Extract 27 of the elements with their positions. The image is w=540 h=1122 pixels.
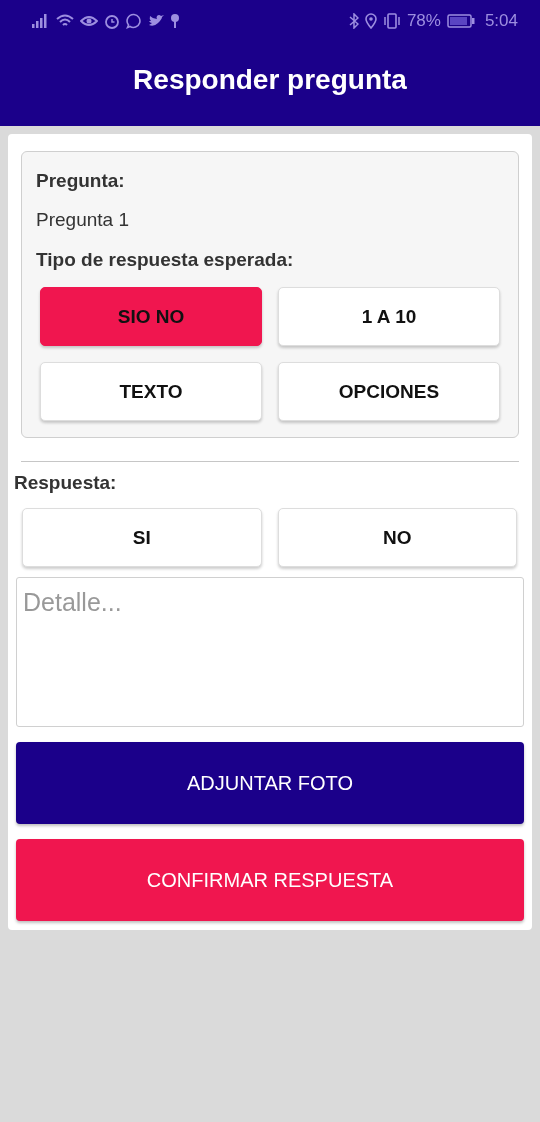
bird-icon: [148, 14, 164, 28]
confirm-button[interactable]: CONFIRMAR RESPUESTA: [16, 839, 524, 921]
battery-percent: 78%: [406, 11, 441, 31]
answer-type-button[interactable]: 1 A 10: [278, 287, 500, 346]
bluetooth-icon: [348, 13, 359, 29]
alarm-icon: [104, 13, 120, 29]
answer-option-button[interactable]: NO: [277, 508, 517, 567]
vibrate-icon: [382, 13, 401, 29]
clock-time: 5:04: [484, 11, 518, 31]
detail-field[interactable]: Detalle...: [16, 577, 524, 727]
wifi-icon: [56, 14, 74, 28]
pin-icon: [170, 13, 180, 29]
question-label: Pregunta:: [36, 170, 126, 192]
answer-type-button[interactable]: TEXTO: [40, 362, 262, 421]
answer-type-label: Tipo de respuesta esperada:: [36, 249, 295, 271]
location-icon: [364, 13, 377, 29]
battery-icon: [446, 14, 475, 28]
chat-bubble-icon: [126, 13, 142, 29]
question-text: Pregunta 1: [36, 209, 130, 231]
attach-photo-button[interactable]: ADJUNTAR FOTO: [16, 742, 524, 824]
eye-icon: [80, 14, 98, 28]
screen-title: Responder pregunta: [133, 64, 407, 97]
answer-type-button[interactable]: OPCIONES: [278, 362, 500, 421]
answer-label: Respuesta:: [14, 472, 118, 494]
answer-type-button[interactable]: SIO NO: [40, 287, 262, 346]
signal-icon: [32, 14, 50, 28]
answer-option-button[interactable]: SI: [22, 508, 262, 567]
